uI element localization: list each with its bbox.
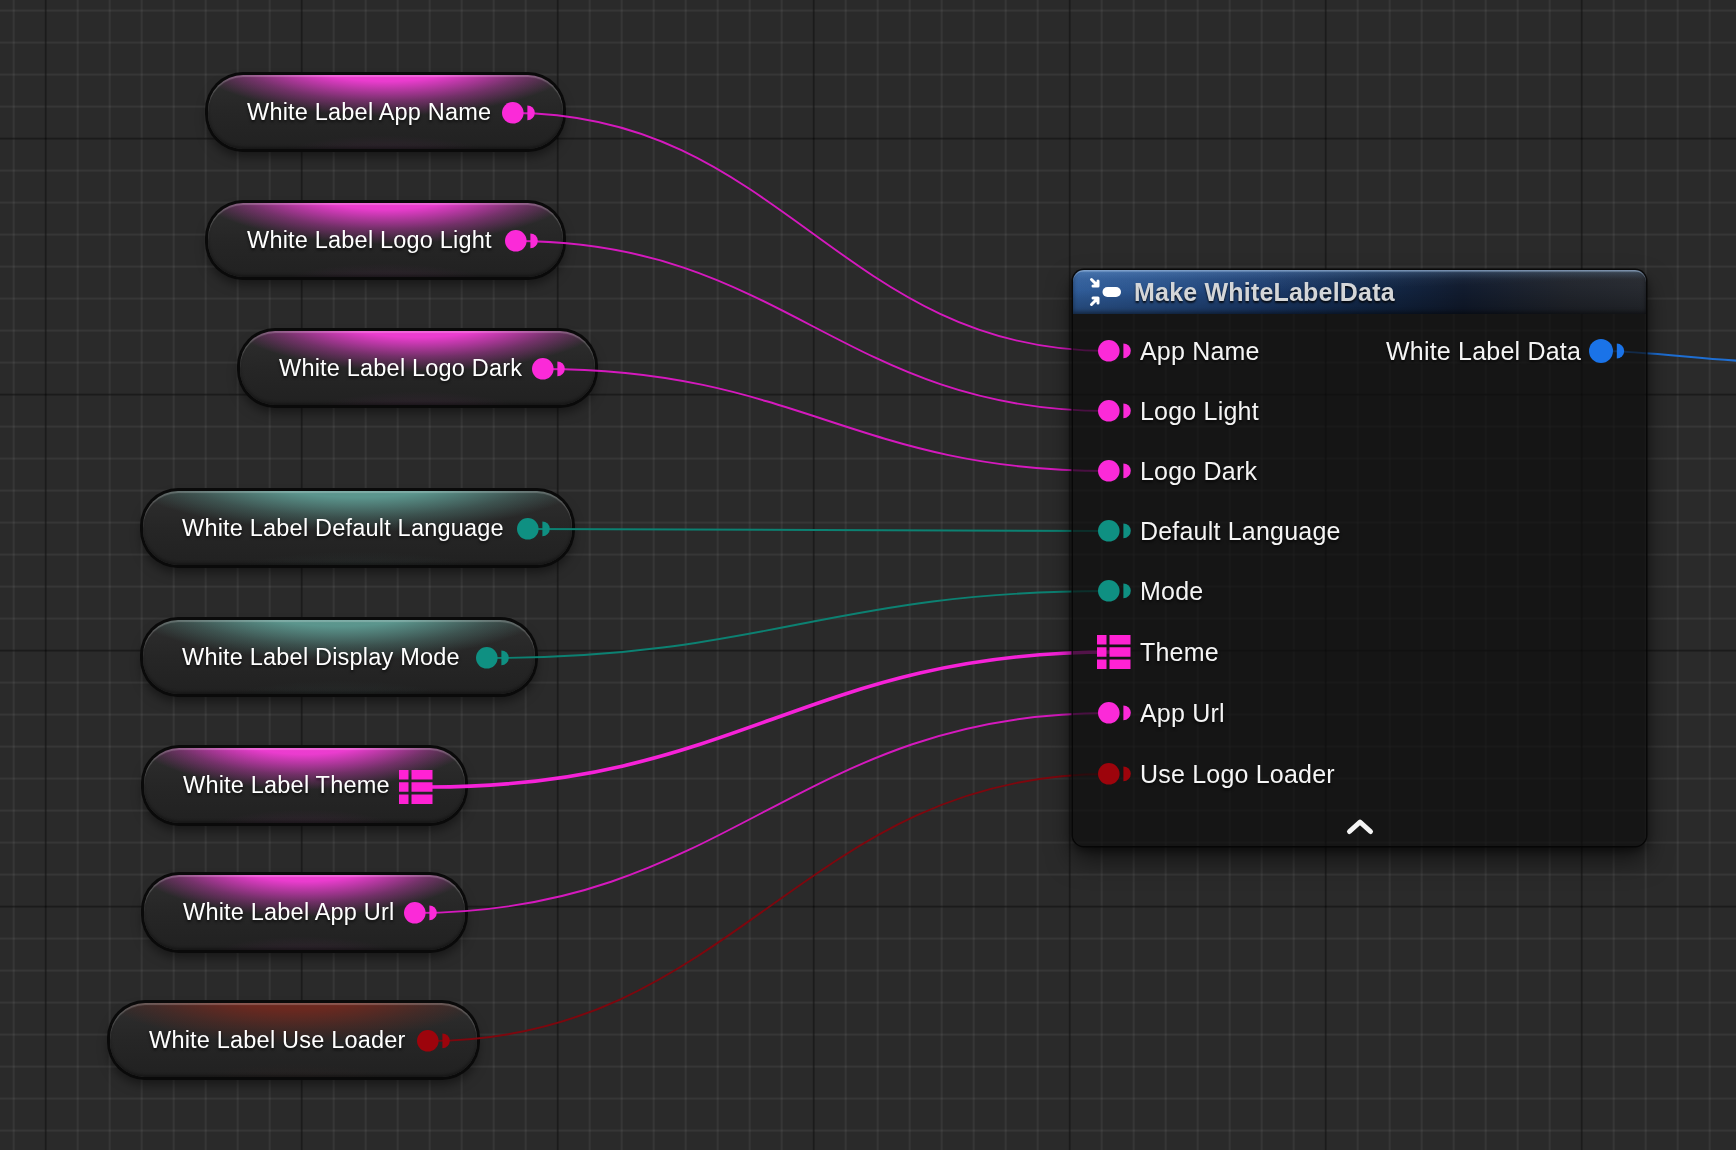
input-label-logo-light: Logo Light [1140, 397, 1259, 426]
input-label-logo-dark: Logo Dark [1140, 457, 1257, 486]
output-pin-white-label-logo-light[interactable] [503, 228, 543, 254]
input-label-app-name: App Name [1140, 337, 1260, 366]
wire-3[interactable] [528, 529, 1109, 531]
input-pin-use-logo-loader[interactable] [1096, 761, 1136, 787]
output-pin-white-label-data[interactable] [1587, 337, 1629, 365]
node-title: Make WhiteLabelData [1134, 278, 1395, 307]
wire-4[interactable] [487, 591, 1109, 658]
input-label-default-language: Default Language [1140, 517, 1341, 546]
output-pin-white-label-app-name[interactable] [500, 100, 540, 126]
input-label-theme: Theme [1140, 638, 1219, 667]
input-label-app-url: App Url [1140, 699, 1225, 728]
output-pin-white-label-default-language[interactable] [515, 516, 555, 542]
output-pin-white-label-logo-dark[interactable] [530, 356, 570, 382]
input-pin-mode[interactable] [1096, 578, 1136, 604]
input-pin-default-language[interactable] [1096, 518, 1136, 544]
input-label-use-logo-loader: Use Logo Loader [1140, 760, 1335, 789]
wire-6[interactable] [415, 713, 1109, 913]
blueprint-graph-canvas[interactable]: White Label App NameWhite Label Logo Lig… [0, 0, 1736, 1150]
output-pin-white-label-app-url[interactable] [402, 900, 442, 926]
input-pin-logo-dark[interactable] [1096, 458, 1136, 484]
input-pin-app-url[interactable] [1096, 700, 1136, 726]
wire-7[interactable] [428, 774, 1109, 1041]
wire-2[interactable] [543, 369, 1109, 471]
output-pin-white-label-display-mode[interactable] [474, 645, 514, 671]
output-pin-white-label-use-loader[interactable] [415, 1028, 455, 1054]
make-struct-icon [1089, 276, 1123, 308]
wire-0[interactable] [513, 113, 1109, 351]
node-header[interactable]: Make WhiteLabelData [1073, 270, 1646, 314]
input-pin-app-name[interactable] [1096, 338, 1136, 364]
collapse-node-button[interactable] [1345, 818, 1375, 836]
output-label-white-label-data: White Label Data [1386, 337, 1581, 366]
input-pin-theme[interactable] [1097, 635, 1131, 669]
output-pin-white-label-theme[interactable] [399, 770, 433, 804]
wire-1[interactable] [516, 241, 1109, 411]
input-label-mode: Mode [1140, 577, 1203, 606]
input-pin-logo-light[interactable] [1096, 398, 1136, 424]
